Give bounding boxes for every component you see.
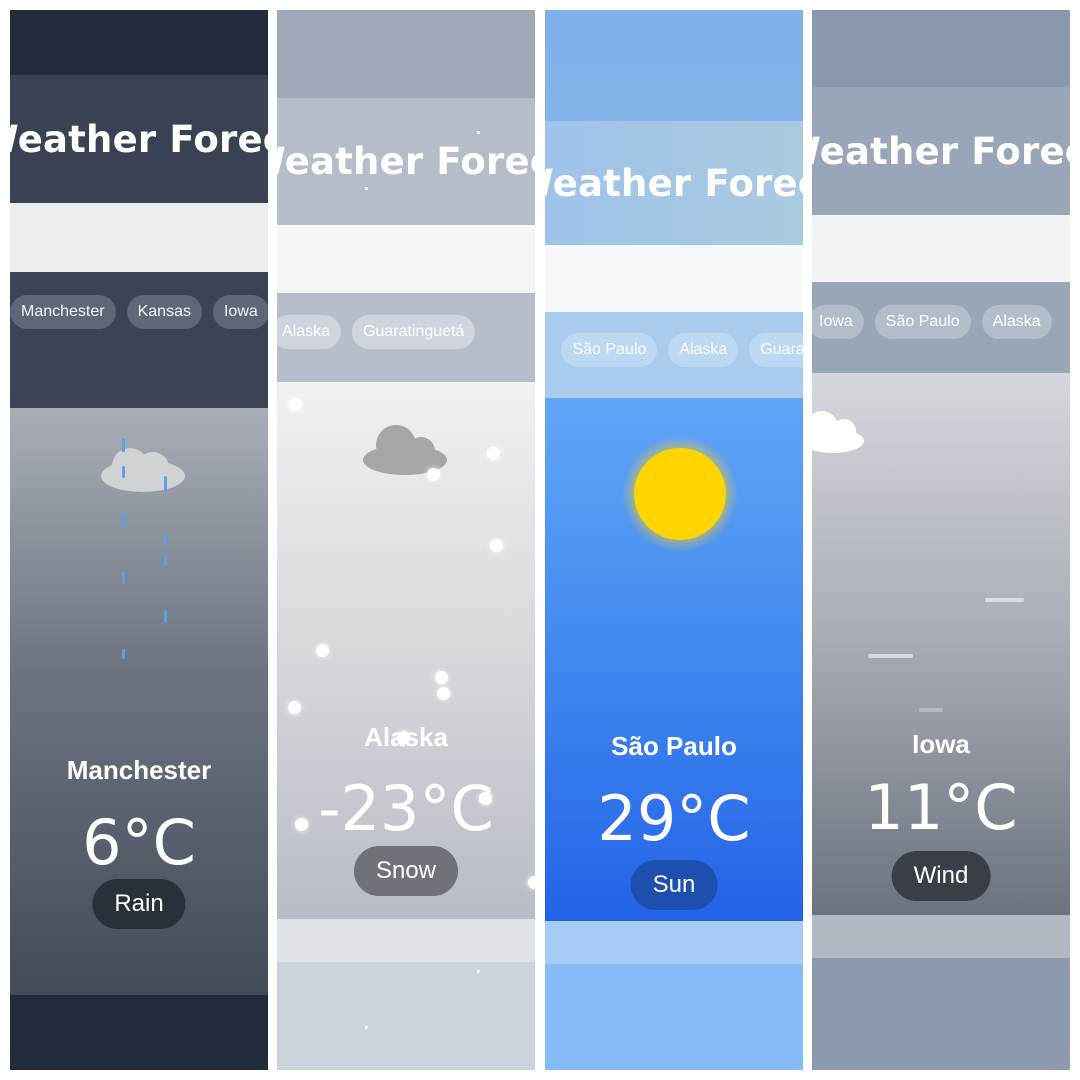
snowflake [487, 447, 500, 460]
wind-cloud-icon [812, 411, 864, 453]
rain-drop [164, 554, 167, 566]
temperature: 11°C [864, 771, 1018, 844]
city-chip-manchester[interactable]: Manchester [10, 295, 116, 329]
city-chip-iowa[interactable]: Iowa [812, 305, 864, 339]
divider-strip [545, 921, 803, 964]
header: Weather Forecast [812, 87, 1070, 215]
city-name: Alaska [364, 722, 448, 752]
snow-particle [365, 187, 368, 190]
temperature: 6°C [82, 806, 196, 879]
footer [277, 962, 535, 1070]
header: Weather Forecast [277, 98, 535, 225]
weather-card: Manchester 6°C Rain [10, 408, 268, 995]
city-search-input[interactable] [277, 225, 535, 293]
snow-particle [477, 131, 480, 134]
header: Weather Forecast [10, 75, 268, 203]
snow-particle [477, 970, 480, 973]
city-chip-guaratingueta[interactable]: Guaratinguetá [352, 315, 476, 349]
header: Weather Forecast [545, 121, 803, 245]
city-chip-alaska[interactable]: Alaska [277, 315, 342, 349]
condition-badge: Snow [353, 846, 459, 896]
temperature: -23°C [318, 772, 494, 845]
weather-screenshot-panel-rain: Weather Forecast Manchester Kansas Iowa … [10, 10, 268, 1070]
weather-card: São Paulo 29°C Sun [545, 398, 803, 921]
snowflake [289, 398, 302, 411]
rain-drop [164, 611, 167, 623]
temperature: 29°C [597, 782, 751, 855]
app-title: Weather Forecast [277, 140, 535, 183]
rain-drop [164, 534, 167, 546]
city-chip-guaratingueta[interactable]: Guarat [749, 333, 803, 367]
city-chip-list: Iowa São Paulo Alaska [812, 282, 1070, 373]
condition-badge: Rain [92, 879, 186, 929]
snowflake [288, 701, 301, 714]
snowflake [490, 539, 503, 552]
rain-drop [122, 438, 125, 452]
app-title: Weather Forecast [545, 161, 803, 205]
city-chip-alaska[interactable]: Alaska [668, 333, 739, 367]
rain-drop [122, 649, 125, 659]
city-name: Iowa [912, 729, 970, 759]
snowflake [427, 468, 440, 481]
snowflake [316, 644, 329, 657]
city-chip-list: : São Paulo Alaska Guarat [545, 312, 803, 398]
snowflake [435, 671, 448, 684]
snowflake [437, 687, 450, 700]
rain-cloud-icon [101, 448, 185, 492]
app-title: Weather Forecast [10, 117, 268, 161]
city-search-input[interactable] [812, 215, 1070, 282]
city-search-input[interactable] [10, 203, 268, 272]
city-chip-sao-paulo[interactable]: São Paulo [561, 333, 658, 367]
weather-card: Iowa 11°C Wind [812, 373, 1070, 915]
condition-badge: Wind [891, 851, 991, 901]
city-chip-alaska[interactable]: Alaska [981, 305, 1052, 339]
city-chip-list: Manchester Kansas Iowa [10, 272, 268, 408]
wind-streak [985, 598, 1024, 602]
rain-drop [122, 572, 125, 584]
snowflake [528, 876, 535, 889]
city-chip-iowa[interactable]: Iowa [212, 295, 268, 329]
condition-badge: Sun [630, 860, 718, 910]
city-search-input[interactable] [545, 245, 803, 312]
wind-streak [868, 654, 913, 658]
app-title: Weather Forecast [812, 129, 1070, 173]
rain-drop [122, 466, 125, 478]
weather-screenshot-panel-snow: Weather Forecast Alaska Guaratinguetá Al… [277, 10, 535, 1070]
footer [545, 964, 803, 1070]
city-chip-kansas[interactable]: Kansas [126, 295, 202, 329]
weather-card: Alaska -23°C Snow [277, 382, 535, 919]
sun-icon [622, 436, 738, 552]
city-chip-sao-paulo[interactable]: São Paulo [874, 305, 971, 339]
divider-strip [812, 915, 1070, 958]
city-chip-list: Alaska Guaratinguetá [277, 293, 535, 382]
footer [812, 958, 1070, 1070]
city-name: São Paulo [611, 731, 737, 761]
weather-screenshot-panel-sun: Weather Forecast : São Paulo Alaska Guar… [545, 10, 803, 1070]
rain-drop [164, 476, 167, 492]
wind-streak [919, 708, 943, 712]
rain-drop [122, 515, 125, 527]
city-name: Manchester [66, 755, 212, 785]
weather-screenshot-panel-wind: Weather Forecast Iowa São Paulo Alaska I… [812, 10, 1070, 1070]
divider-strip [277, 919, 535, 962]
footer [10, 995, 268, 1070]
snow-particle [365, 1026, 368, 1029]
